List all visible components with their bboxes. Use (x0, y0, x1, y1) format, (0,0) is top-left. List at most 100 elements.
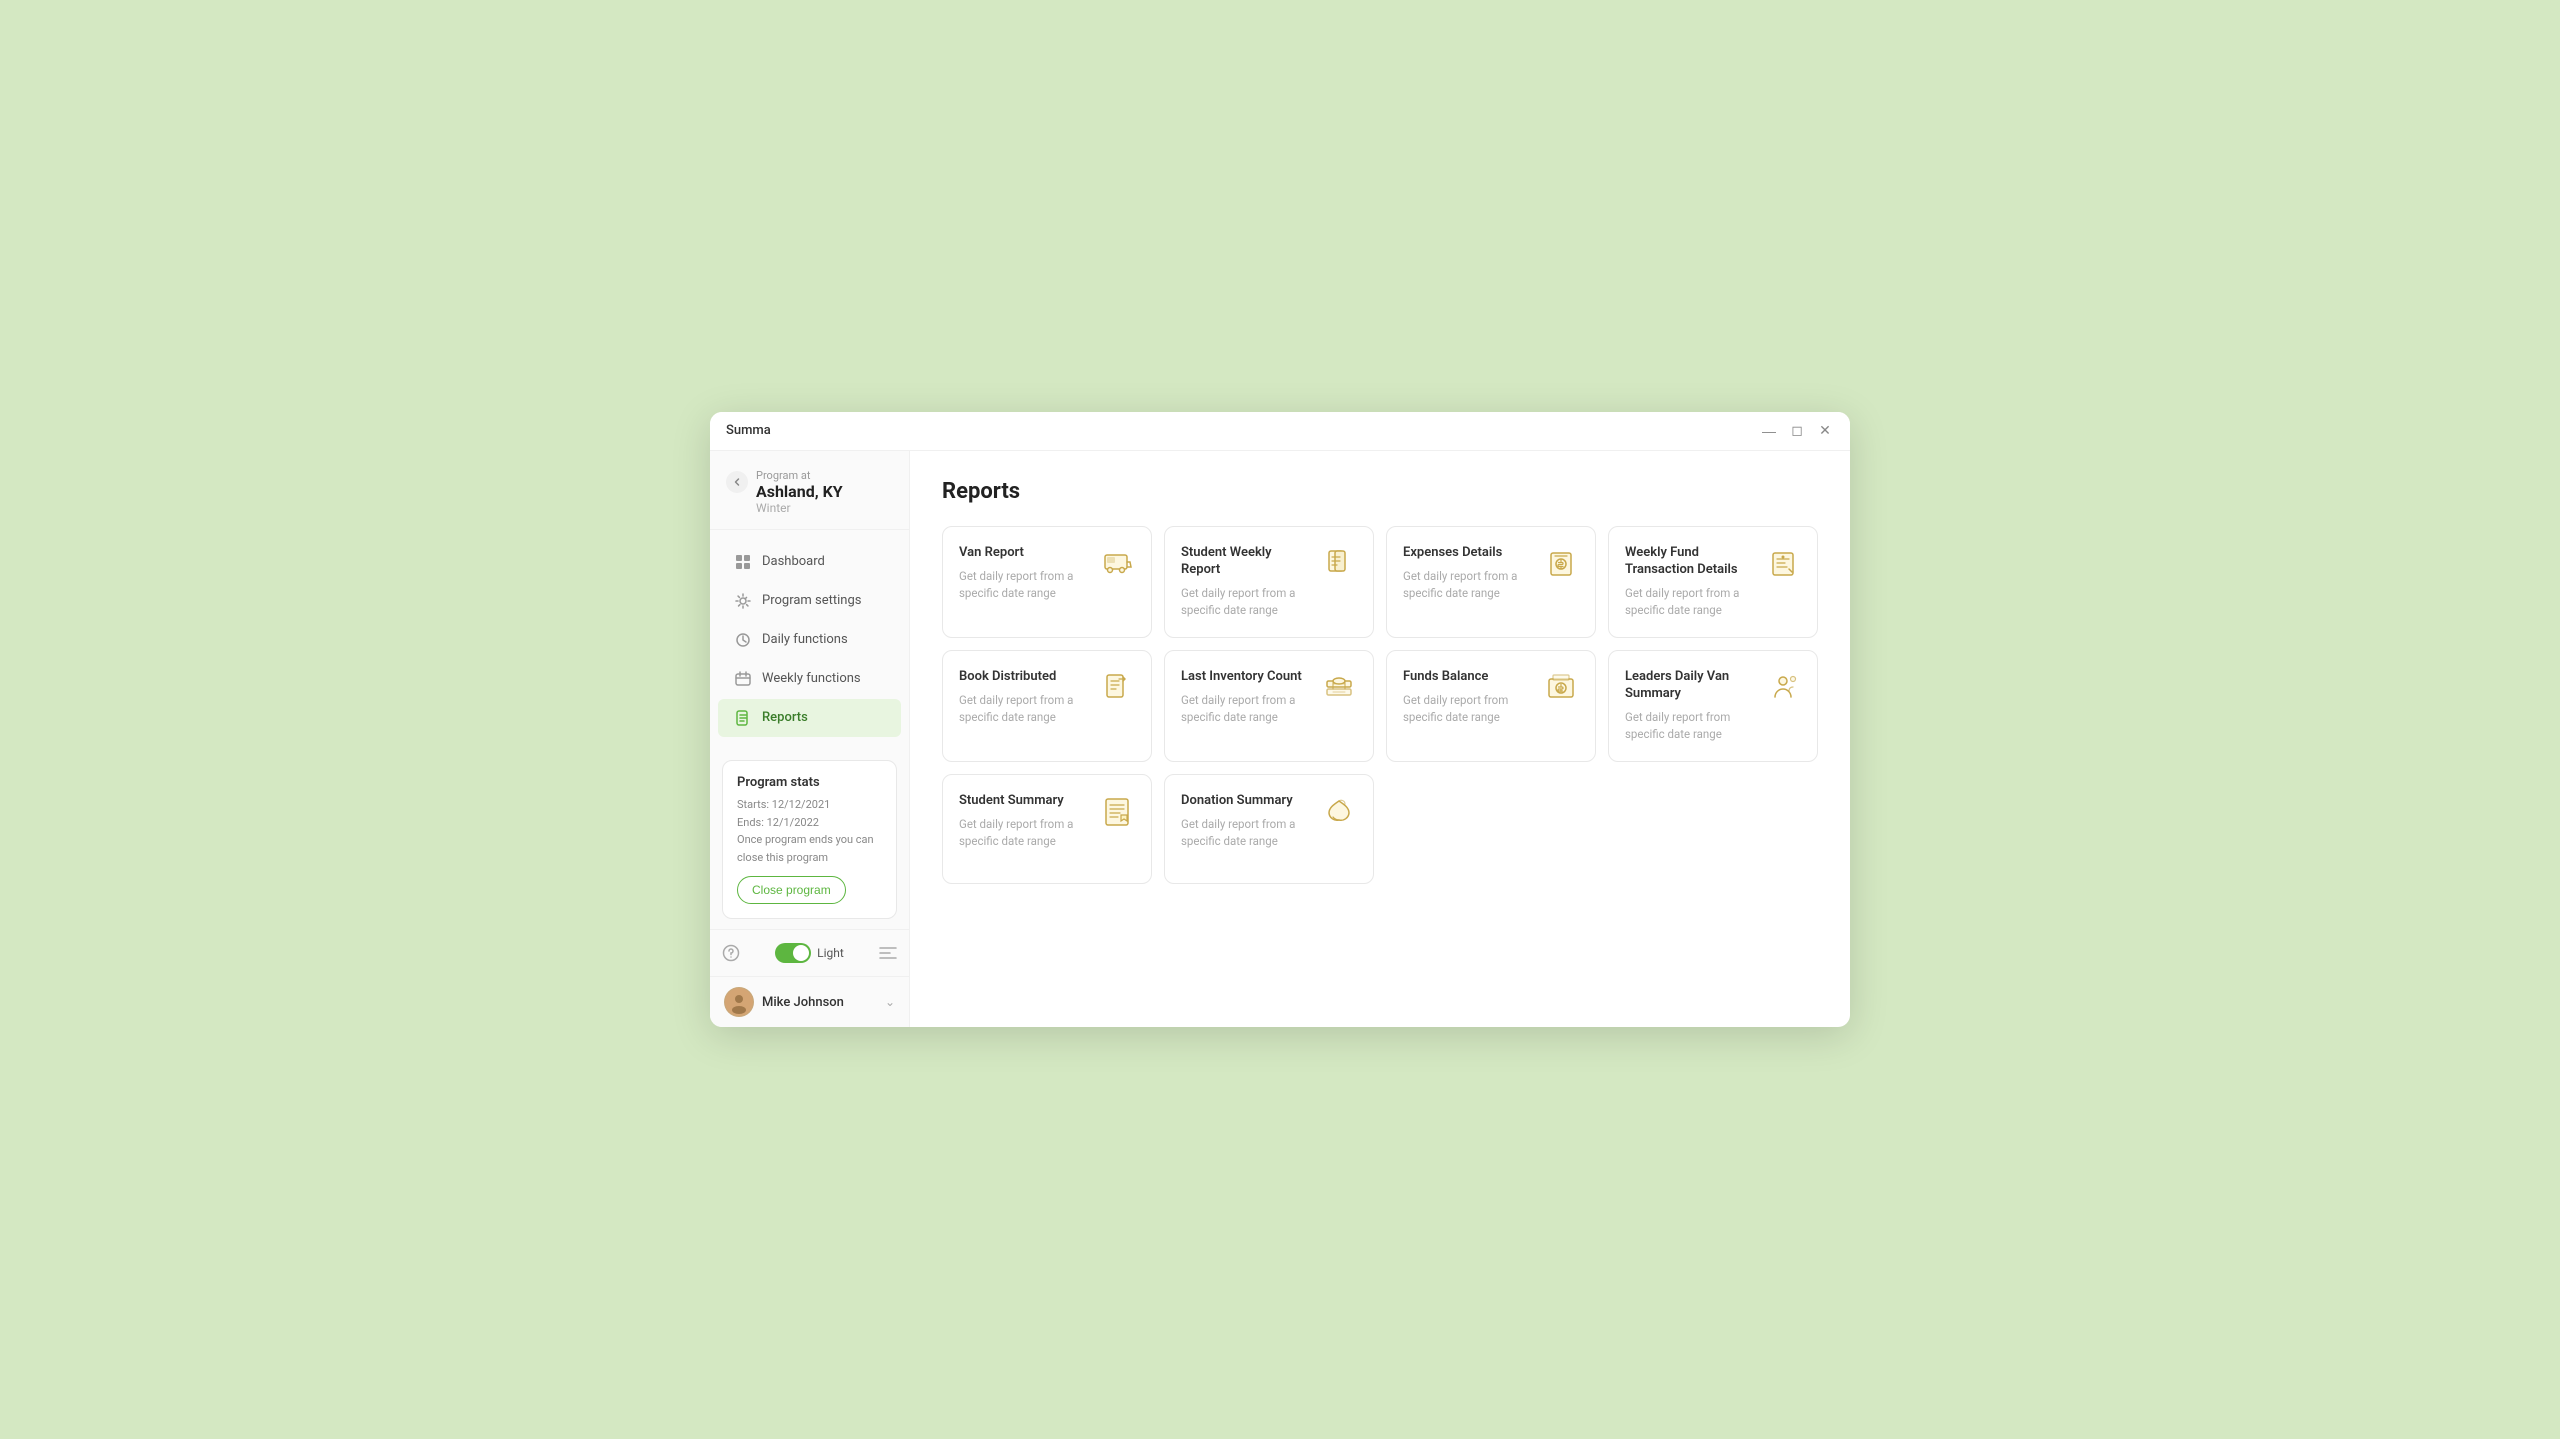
report-card-desc-funds-balance: Get daily report from specific date rang… (1403, 692, 1535, 727)
help-icon[interactable] (718, 940, 744, 966)
page-title: Reports (942, 479, 1818, 504)
back-icon (732, 477, 742, 487)
report-card-text-van-report: Van Report Get daily report from a speci… (959, 545, 1091, 602)
report-card-title-book-distributed: Book Distributed (959, 669, 1091, 686)
report-card-title-leaders-daily-van: Leaders Daily Van Summary (1625, 669, 1757, 703)
weekly-icon (734, 670, 752, 688)
program-sub: Winter (756, 501, 843, 515)
sidebar-item-dashboard[interactable]: Dashboard (718, 543, 901, 581)
report-card-text-leaders-daily-van: Leaders Daily Van Summary Get daily repo… (1625, 669, 1757, 743)
user-name: Mike Johnson (762, 995, 877, 1010)
report-card-icon-student-summary (1099, 793, 1135, 829)
report-card-title-donation-summary: Donation Summary (1181, 793, 1313, 810)
toggle-knob (793, 945, 809, 961)
minimize-button[interactable]: — (1760, 422, 1778, 440)
report-card-icon-donation-summary (1321, 793, 1357, 829)
reports-icon (734, 709, 752, 727)
report-card-icon-expenses-details (1543, 545, 1579, 581)
report-card-text-student-summary: Student Summary Get daily report from a … (959, 793, 1091, 850)
theme-toggle-wrap: Light (775, 943, 844, 963)
sidebar: Program at Ashland, KY Winter (710, 451, 910, 1028)
report-card-leaders-daily-van[interactable]: Leaders Daily Van Summary Get daily repo… (1608, 650, 1818, 762)
app-title: Summa (726, 423, 771, 438)
report-card-expenses-details[interactable]: Expenses Details Get daily report from a… (1386, 526, 1596, 638)
sidebar-item-weekly-functions[interactable]: Weekly functions (718, 660, 901, 698)
report-card-student-weekly-report[interactable]: Student Weekly Report Get daily report f… (1164, 526, 1374, 638)
reports-grid: Van Report Get daily report from a speci… (942, 526, 1818, 885)
stats-starts: Starts: 12/12/2021 (737, 796, 882, 814)
program-stats-card: Program stats Starts: 12/12/2021 Ends: 1… (722, 760, 897, 919)
collapse-icon[interactable] (875, 940, 901, 966)
report-card-icon-van-report (1099, 545, 1135, 581)
report-card-icon-weekly-fund-transaction (1765, 545, 1801, 581)
report-card-text-donation-summary: Donation Summary Get daily report from a… (1181, 793, 1313, 850)
user-profile[interactable]: Mike Johnson ⌄ (710, 976, 909, 1027)
settings-icon (734, 592, 752, 610)
stats-title: Program stats (737, 775, 882, 790)
main-content: Reports Van Report Get daily report from… (910, 451, 1850, 1028)
report-card-text-student-weekly-report: Student Weekly Report Get daily report f… (1181, 545, 1313, 619)
report-card-title-van-report: Van Report (959, 545, 1091, 562)
report-card-title-last-inventory-count: Last Inventory Count (1181, 669, 1313, 686)
report-card-text-funds-balance: Funds Balance Get daily report from spec… (1403, 669, 1535, 726)
program-label: Program at (756, 469, 843, 482)
report-card-desc-book-distributed: Get daily report from a specific date ra… (959, 692, 1091, 727)
sidebar-item-daily-functions[interactable]: Daily functions (718, 621, 901, 659)
report-card-desc-student-summary: Get daily report from a specific date ra… (959, 816, 1091, 851)
report-card-weekly-fund-transaction[interactable]: Weekly Fund Transaction Details Get dail… (1608, 526, 1818, 638)
report-card-icon-book-distributed (1099, 669, 1135, 705)
theme-toggle[interactable] (775, 943, 811, 963)
report-card-van-report[interactable]: Van Report Get daily report from a speci… (942, 526, 1152, 638)
report-card-icon-student-weekly-report (1321, 545, 1357, 581)
sidebar-item-reports[interactable]: Reports (718, 699, 901, 737)
maximize-button[interactable]: ◻ (1788, 422, 1806, 440)
report-card-text-expenses-details: Expenses Details Get daily report from a… (1403, 545, 1535, 602)
report-card-title-student-weekly-report: Student Weekly Report (1181, 545, 1313, 579)
report-card-donation-summary[interactable]: Donation Summary Get daily report from a… (1164, 774, 1374, 884)
report-card-desc-expenses-details: Get daily report from a specific date ra… (1403, 568, 1535, 603)
report-card-title-funds-balance: Funds Balance (1403, 669, 1535, 686)
sidebar-item-weekly-functions-label: Weekly functions (762, 671, 861, 686)
report-card-icon-leaders-daily-van (1765, 669, 1801, 705)
stats-note: Once program ends you can close this pro… (737, 831, 882, 866)
report-card-desc-donation-summary: Get daily report from a specific date ra… (1181, 816, 1313, 851)
sidebar-item-dashboard-label: Dashboard (762, 554, 825, 569)
window-controls: — ◻ ✕ (1760, 422, 1834, 440)
user-avatar (724, 987, 754, 1017)
dashboard-icon (734, 553, 752, 571)
report-card-icon-last-inventory-count (1321, 669, 1357, 705)
app-window: Summa — ◻ ✕ Program at Ashland, KY Winte… (710, 412, 1850, 1028)
sidebar-item-program-settings-label: Program settings (762, 593, 862, 608)
close-program-button[interactable]: Close program (737, 876, 846, 904)
app-body: Program at Ashland, KY Winter (710, 451, 1850, 1028)
report-card-last-inventory-count[interactable]: Last Inventory Count Get daily report fr… (1164, 650, 1374, 762)
report-card-book-distributed[interactable]: Book Distributed Get daily report from a… (942, 650, 1152, 762)
sidebar-item-daily-functions-label: Daily functions (762, 632, 848, 647)
report-card-icon-funds-balance (1543, 669, 1579, 705)
program-name: Ashland, KY (756, 482, 843, 501)
report-card-desc-weekly-fund-transaction: Get daily report from a specific date ra… (1625, 585, 1757, 620)
report-card-text-last-inventory-count: Last Inventory Count Get daily report fr… (1181, 669, 1313, 726)
report-card-text-book-distributed: Book Distributed Get daily report from a… (959, 669, 1091, 726)
sidebar-item-reports-label: Reports (762, 710, 808, 725)
report-card-student-summary[interactable]: Student Summary Get daily report from a … (942, 774, 1152, 884)
report-card-title-expenses-details: Expenses Details (1403, 545, 1535, 562)
sidebar-nav: Dashboard Program settings (710, 530, 909, 750)
back-button[interactable] (726, 471, 748, 493)
user-chevron-icon: ⌄ (885, 995, 895, 1009)
report-card-title-student-summary: Student Summary (959, 793, 1091, 810)
report-card-funds-balance[interactable]: Funds Balance Get daily report from spec… (1386, 650, 1596, 762)
report-card-desc-van-report: Get daily report from a specific date ra… (959, 568, 1091, 603)
close-button[interactable]: ✕ (1816, 422, 1834, 440)
sidebar-header: Program at Ashland, KY Winter (710, 451, 909, 530)
sidebar-item-program-settings[interactable]: Program settings (718, 582, 901, 620)
report-card-desc-leaders-daily-van: Get daily report from specific date rang… (1625, 709, 1757, 744)
sidebar-program-info: Program at Ashland, KY Winter (756, 469, 843, 515)
theme-label: Light (817, 946, 844, 960)
report-card-title-weekly-fund-transaction: Weekly Fund Transaction Details (1625, 545, 1757, 579)
report-card-desc-student-weekly-report: Get daily report from a specific date ra… (1181, 585, 1313, 620)
sidebar-footer: Light (710, 929, 909, 976)
stats-ends: Ends: 12/1/2022 (737, 814, 882, 832)
report-card-desc-last-inventory-count: Get daily report from a specific date ra… (1181, 692, 1313, 727)
daily-icon (734, 631, 752, 649)
